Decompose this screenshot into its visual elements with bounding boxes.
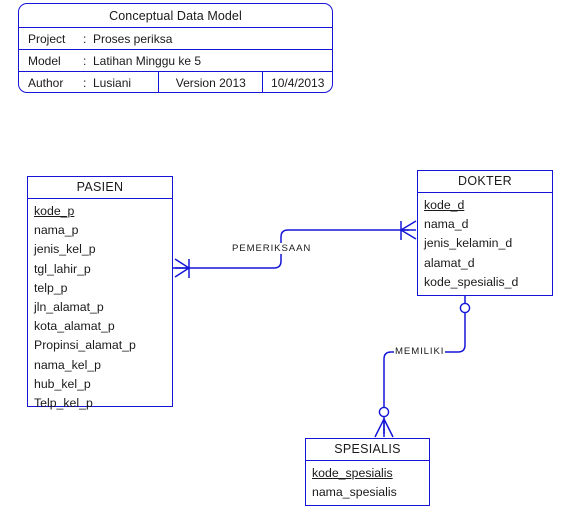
attribute-row: kode_spesialis (312, 466, 393, 480)
attribute-row: telp_p (34, 280, 68, 295)
attribute-row: jenis_kelamin_d (424, 236, 513, 251)
attribute-row: jln_alamat_p (34, 300, 104, 315)
attribute-row: nama_d (424, 217, 469, 232)
entity-spesialis-attributes: kode_spesialis nama_spesialis (306, 461, 429, 505)
attribute-row: Telp_kel_p (34, 396, 93, 411)
entity-pasien-attributes: kode_p nama_p jenis_kel_p tgl_lahir_p te… (28, 199, 172, 416)
attribute-row: nama_kel_p (34, 357, 101, 372)
entity-pasien-name: PASIEN (28, 177, 172, 199)
diagram-canvas: Conceptual Data Model Project : Proses p… (0, 0, 573, 518)
attribute-row: kota_alamat_p (34, 319, 115, 334)
attribute-row: tgl_lahir_p (34, 261, 91, 276)
attribute-row: alamat_d (424, 255, 475, 270)
relationship-label-pemeriksaan: PEMERIKSAAN (231, 243, 313, 254)
attribute-row: kode_d (424, 198, 465, 212)
attribute-row: Propinsi_alamat_p (34, 338, 136, 353)
attribute-row: kode_p (34, 204, 75, 218)
entity-spesialis-name: SPESIALIS (306, 439, 429, 461)
entity-pasien[interactable]: PASIEN kode_p nama_p jenis_kel_p tgl_lah… (27, 176, 173, 410)
entity-dokter[interactable]: DOKTER kode_d nama_d jenis_kelamin_d ala… (417, 170, 553, 296)
attribute-row: hub_kel_p (34, 376, 91, 391)
entity-dokter-name: DOKTER (418, 171, 552, 193)
entity-dokter-attributes: kode_d nama_d jenis_kelamin_d alamat_d k… (418, 193, 552, 295)
entity-spesialis[interactable]: SPESIALIS kode_spesialis nama_spesialis (305, 438, 430, 506)
attribute-row: nama_spesialis (312, 485, 397, 500)
relationship-memiliki-connector (374, 296, 471, 438)
attribute-row: jenis_kel_p (34, 242, 96, 257)
relationship-label-memiliki: MEMILIKI (394, 346, 446, 357)
attribute-row: kode_spesialis_d (424, 274, 519, 289)
attribute-row: nama_p (34, 223, 79, 238)
